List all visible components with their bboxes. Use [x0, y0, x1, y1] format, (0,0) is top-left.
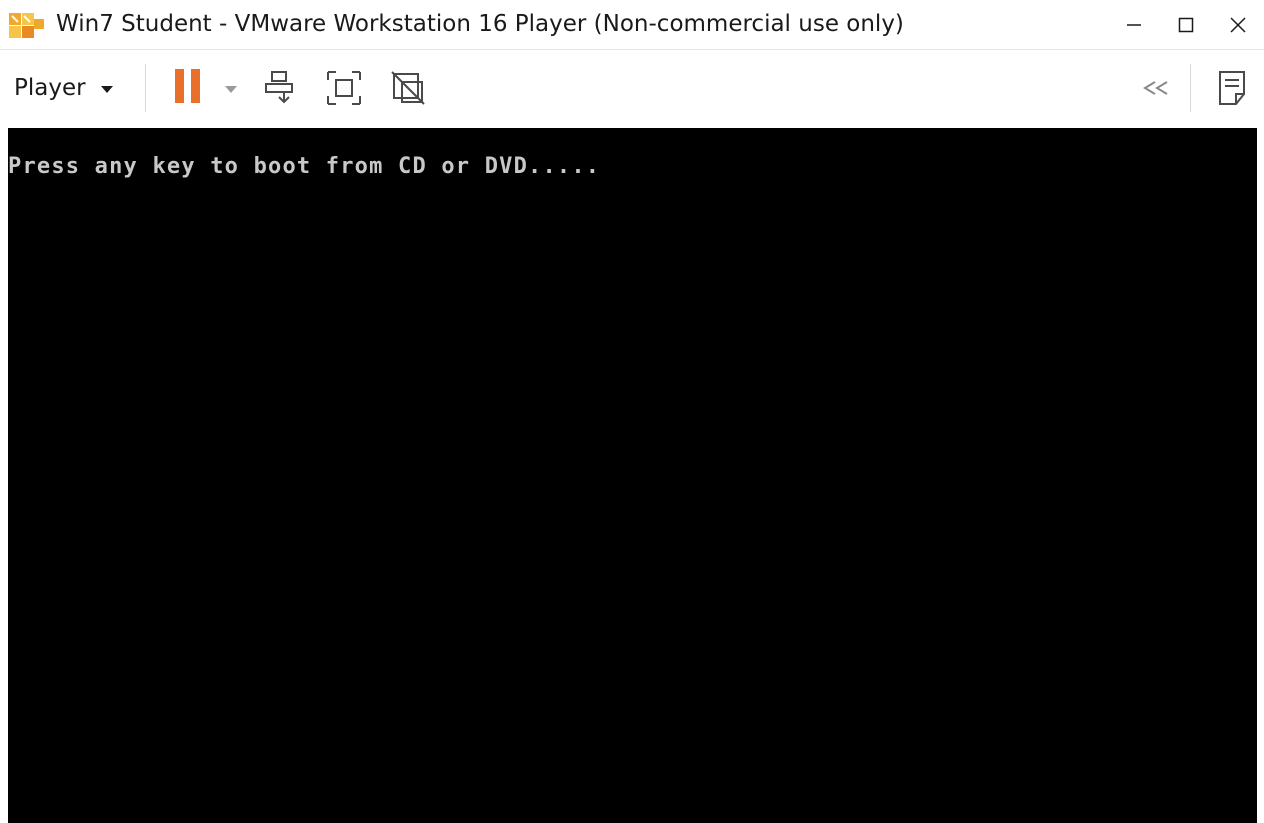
send-ctrl-alt-del-button[interactable]: [260, 68, 304, 112]
vmware-logo-icon: [8, 12, 48, 40]
double-chevron-left-icon: [1141, 80, 1171, 100]
window-controls: [1108, 0, 1264, 50]
close-button[interactable]: [1212, 0, 1264, 50]
pause-button[interactable]: [170, 68, 206, 108]
player-menu-label: Player: [14, 75, 86, 101]
message-log-button[interactable]: [1210, 68, 1254, 112]
unity-icon: [388, 68, 428, 112]
pause-icon: [172, 67, 204, 109]
maximize-icon: [1178, 17, 1194, 33]
message-log-icon: [1214, 68, 1250, 112]
player-menu-button[interactable]: Player: [14, 68, 114, 108]
vmware-player-window: Win7 Student - VMware Workstation 16 Pla…: [0, 0, 1264, 823]
unity-button[interactable]: [386, 68, 430, 112]
full-screen-button[interactable]: [322, 68, 366, 112]
send-keys-icon: [262, 68, 302, 112]
show-devices-button[interactable]: [1138, 78, 1174, 102]
toolbar-separator: [145, 64, 146, 112]
close-icon: [1229, 16, 1247, 34]
window-title: Win7 Student - VMware Workstation 16 Pla…: [56, 11, 904, 37]
vm-display[interactable]: Press any key to boot from CD or DVD....…: [8, 128, 1257, 823]
toolbar-separator: [1190, 64, 1191, 112]
full-screen-icon: [324, 68, 364, 112]
power-options-button[interactable]: [220, 78, 242, 98]
boot-prompt-text: Press any key to boot from CD or DVD....…: [8, 154, 601, 179]
minimize-button[interactable]: [1108, 0, 1160, 50]
maximize-button[interactable]: [1160, 0, 1212, 50]
title-bar[interactable]: Win7 Student - VMware Workstation 16 Pla…: [0, 0, 1264, 50]
minimize-icon: [1126, 17, 1142, 33]
chevron-down-icon: [100, 79, 114, 98]
chevron-down-icon: [224, 79, 238, 98]
toolbar: Player: [0, 50, 1264, 126]
